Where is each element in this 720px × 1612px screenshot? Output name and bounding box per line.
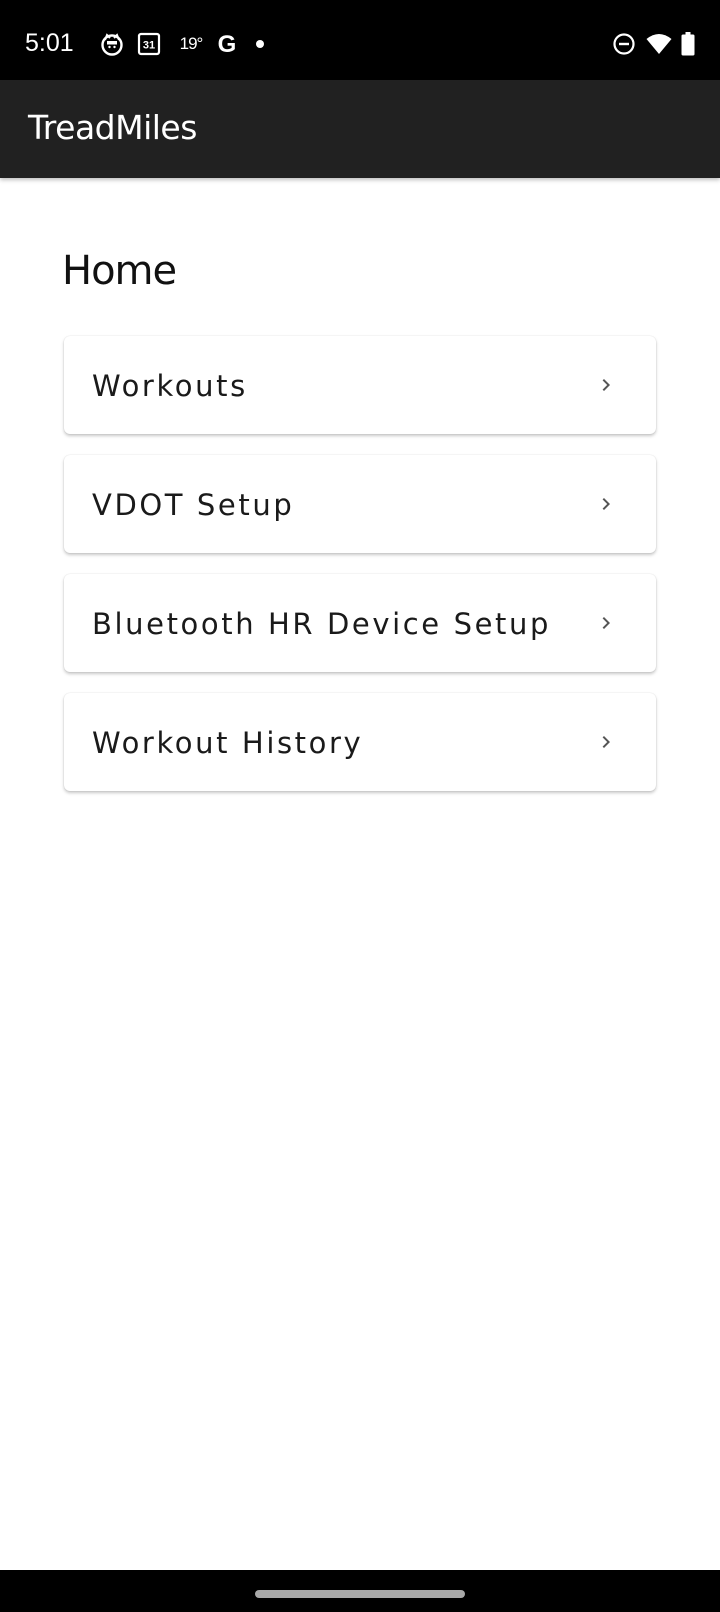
status-bar: 5:01 31 19° G bbox=[0, 0, 720, 80]
menu-item-workouts[interactable]: Workouts bbox=[64, 336, 656, 434]
status-time: 5:01 bbox=[25, 29, 74, 57]
chevron-right-icon bbox=[602, 736, 610, 748]
calendar-day-text: 31 bbox=[143, 40, 155, 52]
navigation-bar bbox=[0, 1570, 720, 1612]
google-icon: G bbox=[214, 31, 240, 57]
menu-item-workout-history[interactable]: Workout History bbox=[64, 693, 656, 791]
app-bar: TreadMiles bbox=[0, 80, 720, 178]
temperature-text: 19° bbox=[179, 34, 204, 53]
calendar-icon: 31 bbox=[136, 31, 162, 57]
wifi-icon bbox=[645, 31, 673, 57]
menu-item-label: VDOT Setup bbox=[92, 488, 295, 522]
chevron-right-icon bbox=[602, 379, 610, 391]
menu-item-label: Workouts bbox=[92, 369, 248, 403]
notification-dot-icon bbox=[253, 31, 267, 57]
chevron-right-icon bbox=[602, 617, 610, 629]
menu-item-label: Bluetooth HR Device Setup bbox=[92, 607, 551, 641]
chevron-right-icon bbox=[602, 498, 610, 510]
google-letter: G bbox=[218, 32, 237, 56]
menu-item-label: Workout History bbox=[92, 726, 364, 760]
battery-icon bbox=[680, 31, 696, 57]
page-title: Home bbox=[62, 248, 177, 294]
app-title: TreadMiles bbox=[28, 108, 197, 147]
menu-item-vdot-setup[interactable]: VDOT Setup bbox=[64, 455, 656, 553]
home-gesture-handle[interactable] bbox=[255, 1590, 465, 1598]
menu-item-bluetooth-hr-device-setup[interactable]: Bluetooth HR Device Setup bbox=[64, 574, 656, 672]
cat-face-icon bbox=[99, 31, 125, 57]
do-not-disturb-icon bbox=[611, 31, 637, 57]
